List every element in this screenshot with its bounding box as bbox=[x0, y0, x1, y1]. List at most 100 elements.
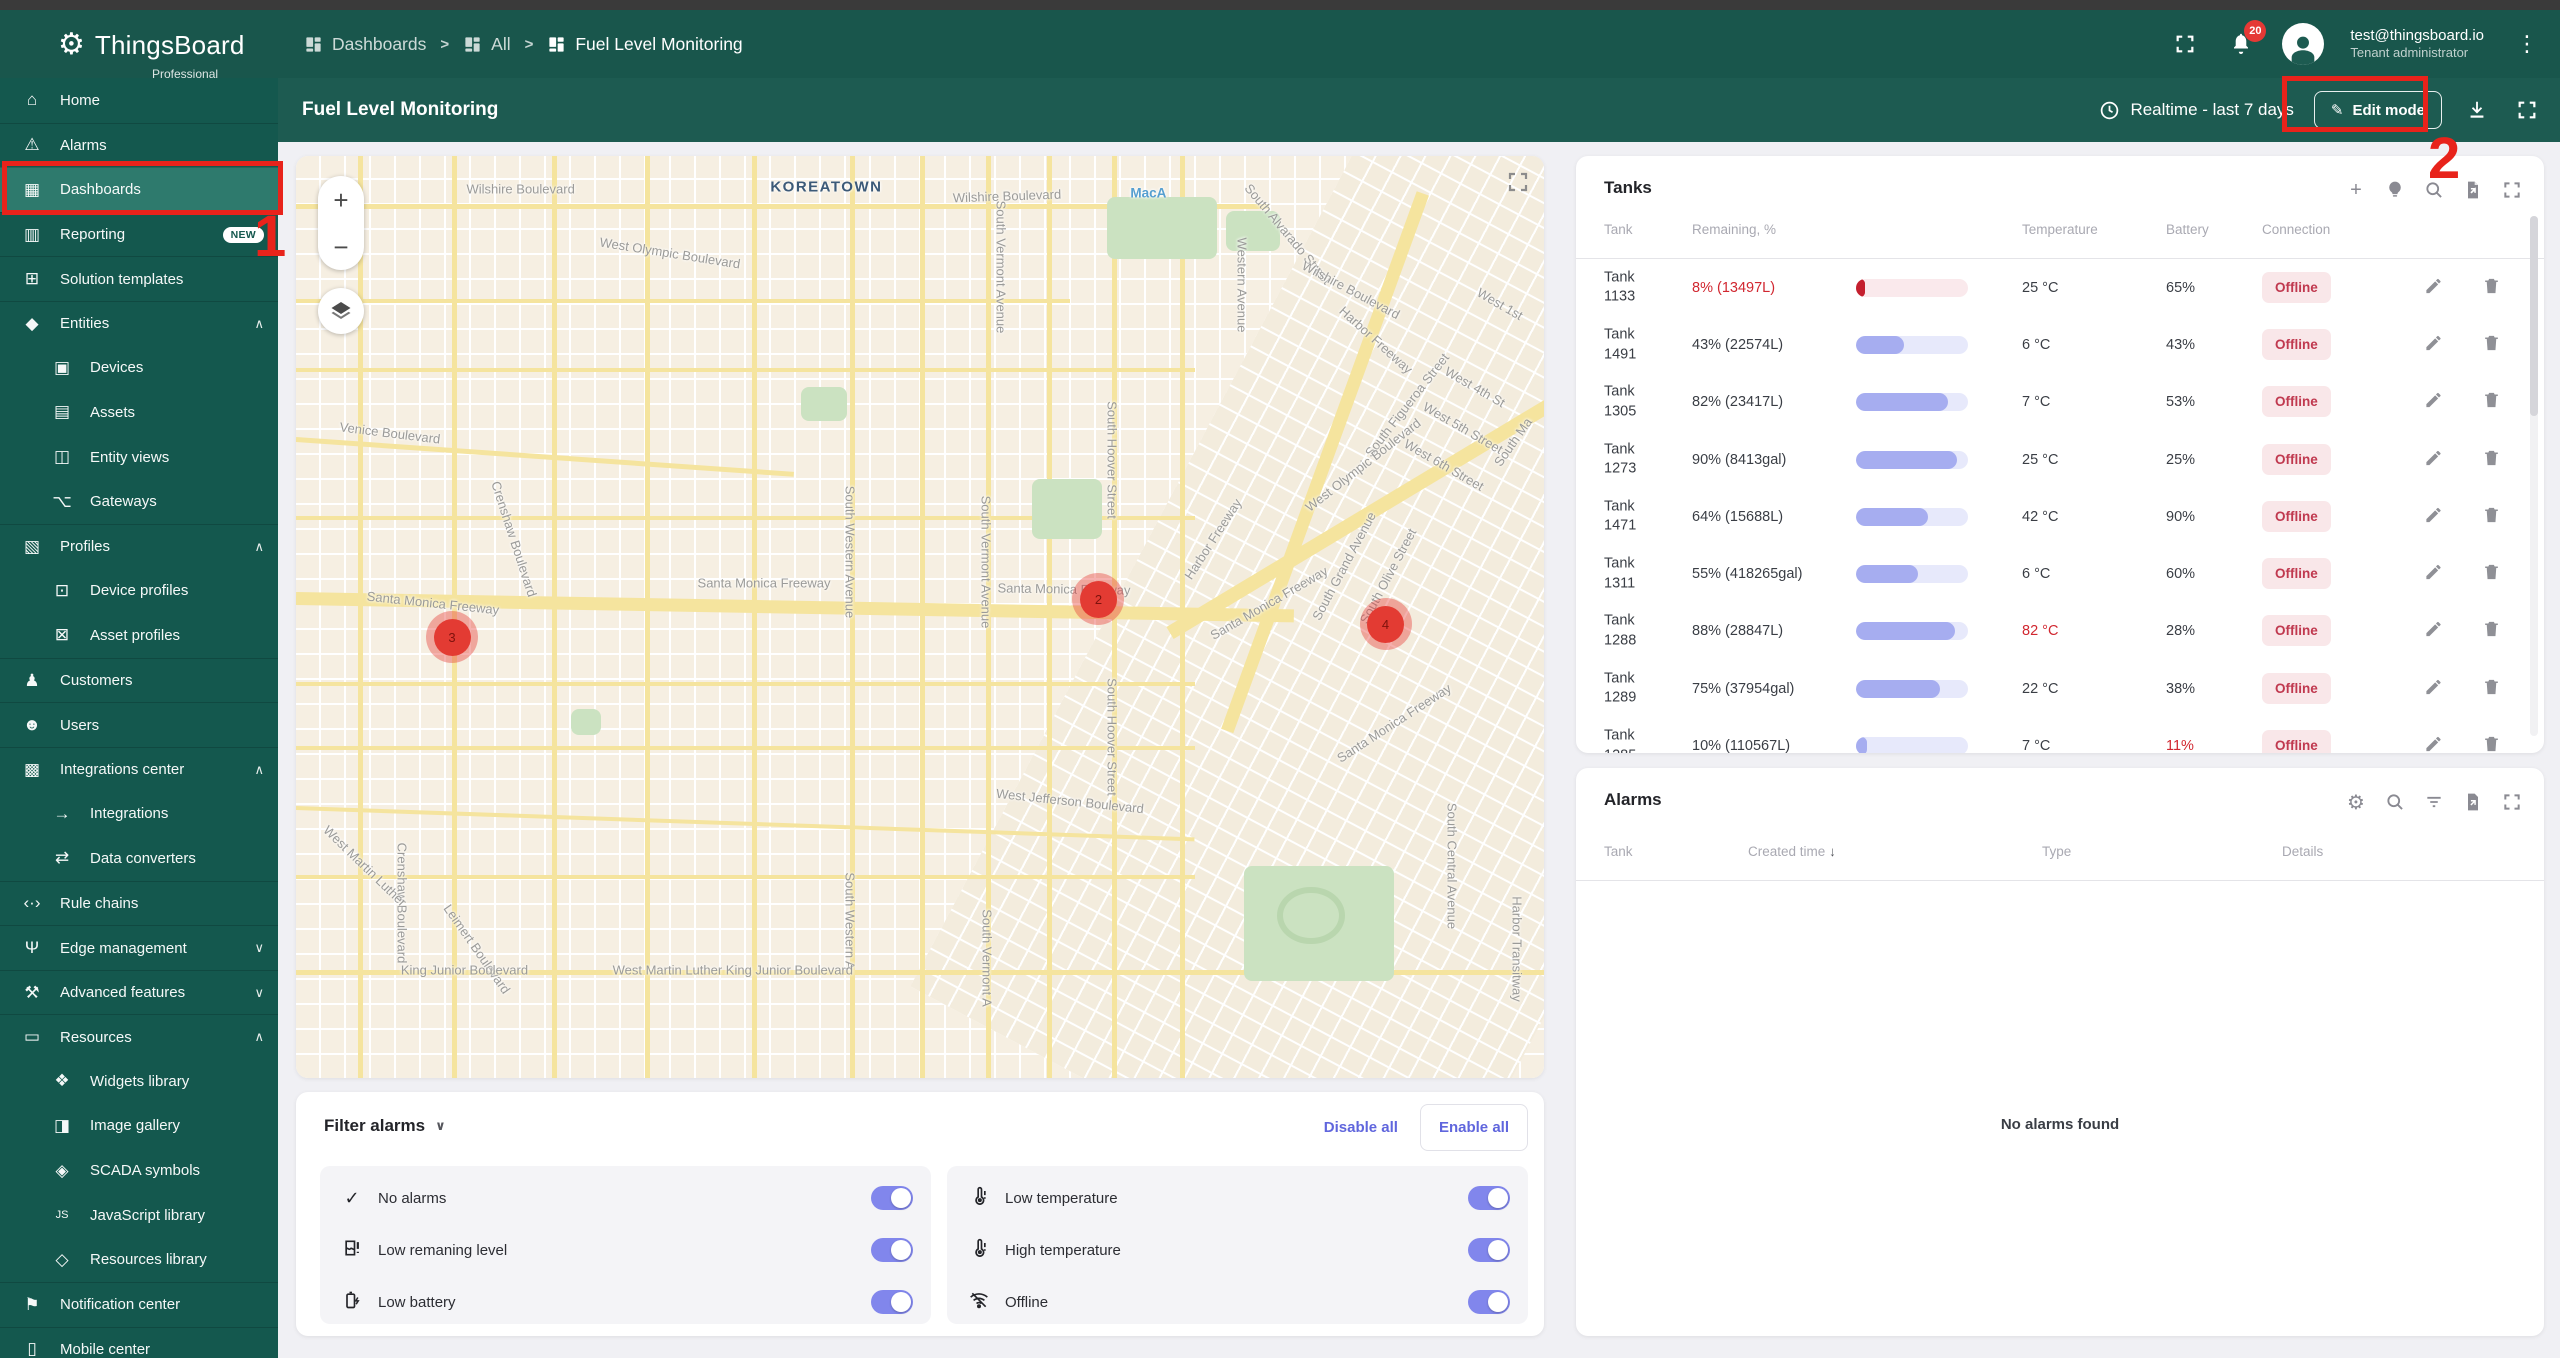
fullscreen-button[interactable] bbox=[2170, 29, 2200, 59]
toggle-no-alarms[interactable] bbox=[871, 1186, 913, 1210]
breadcrumb-item-fuel-level-monitoring[interactable]: Fuel Level Monitoring bbox=[547, 34, 743, 55]
map-zoom-out-button[interactable]: − bbox=[333, 234, 348, 260]
delete-row-icon[interactable] bbox=[2482, 391, 2501, 414]
tanks-col-remaining[interactable]: Remaining, % bbox=[1692, 222, 1776, 237]
sidebar-item-integrations[interactable]: → Integrations bbox=[0, 792, 278, 837]
sidebar-item-scada-symbols[interactable]: ◈ SCADA symbols bbox=[0, 1148, 278, 1193]
delete-row-icon[interactable] bbox=[2482, 448, 2501, 471]
edit-row-icon[interactable] bbox=[2424, 391, 2443, 414]
map-cluster-marker[interactable]: 4 bbox=[1359, 598, 1412, 651]
alarms-export-file-icon[interactable] bbox=[2461, 790, 2485, 814]
tank-row-1305[interactable]: Tank 1305 82% (23417L) 7 °C 53% Offline bbox=[1576, 374, 2544, 431]
edit-mode-button[interactable]: ✎ Edit mode bbox=[2313, 91, 2442, 129]
search-icon[interactable] bbox=[2422, 178, 2446, 202]
tanks-col-connection[interactable]: Connection bbox=[2262, 222, 2330, 237]
sidebar-item-dashboards[interactable]: ▦ Dashboards bbox=[0, 167, 278, 212]
delete-row-icon[interactable] bbox=[2482, 735, 2501, 753]
sidebar-item-customers[interactable]: ♟ Customers bbox=[0, 657, 278, 703]
bulb-icon[interactable] bbox=[2383, 178, 2407, 202]
sidebar-item-asset-profiles[interactable]: ⊠ Asset profiles bbox=[0, 613, 278, 658]
breadcrumb-item-dashboards[interactable]: Dashboards bbox=[304, 34, 426, 55]
alarms-col-type[interactable]: Type bbox=[2042, 844, 2071, 859]
sidebar-item-resources[interactable]: ▭ Resources ∧ bbox=[0, 1014, 278, 1059]
map-zoom-in-button[interactable]: + bbox=[333, 187, 348, 213]
tanks-col-battery[interactable]: Battery bbox=[2166, 222, 2209, 237]
sidebar-item-solution-templates[interactable]: ⊞ Solution templates bbox=[0, 256, 278, 301]
thingsboard-logo[interactable]: ⚙ ThingsBoard Professional bbox=[0, 27, 278, 81]
edit-row-icon[interactable] bbox=[2424, 735, 2443, 753]
sidebar-item-resources-library[interactable]: ◇ Resources library bbox=[0, 1237, 278, 1282]
edit-row-icon[interactable] bbox=[2424, 677, 2443, 700]
delete-row-icon[interactable] bbox=[2482, 333, 2501, 356]
tanks-scrollbar[interactable] bbox=[2530, 216, 2538, 736]
sidebar-item-gateways[interactable]: ⌥ Gateways bbox=[0, 479, 278, 524]
time-window-button[interactable]: Realtime - last 7 days bbox=[2099, 100, 2294, 121]
sidebar-item-home[interactable]: ⌂ Home bbox=[0, 78, 278, 123]
map-canvas[interactable]: Wilshire Boulevard Wilshire Boulevard KORE… bbox=[296, 156, 1544, 1078]
edit-row-icon[interactable] bbox=[2424, 563, 2443, 586]
alarms-col-tank[interactable]: Tank bbox=[1604, 844, 1633, 859]
tank-row-1289[interactable]: Tank 1289 75% (37954gal) 22 °C 38% Offline bbox=[1576, 660, 2544, 717]
add-entity-button[interactable]: + bbox=[2344, 178, 2368, 202]
sidebar-item-widgets-library[interactable]: ❖ Widgets library bbox=[0, 1059, 278, 1104]
delete-row-icon[interactable] bbox=[2482, 620, 2501, 643]
delete-row-icon[interactable] bbox=[2482, 563, 2501, 586]
alarms-search-icon[interactable] bbox=[2383, 790, 2407, 814]
sidebar-item-javascript-library[interactable]: JS JavaScript library bbox=[0, 1193, 278, 1238]
sidebar-item-data-converters[interactable]: ⇄ Data converters bbox=[0, 836, 278, 881]
gear-icon[interactable]: ⚙ bbox=[2344, 790, 2368, 814]
sidebar-item-devices[interactable]: ▣ Devices bbox=[0, 346, 278, 391]
user-info[interactable]: test@thingsboard.io Tenant administrator bbox=[2350, 27, 2484, 62]
tank-row-1491[interactable]: Tank 1491 43% (22574L) 6 °C 43% Offline bbox=[1576, 316, 2544, 373]
toggle-low-battery[interactable] bbox=[871, 1290, 913, 1314]
notifications-bell-button[interactable]: 20 bbox=[2226, 20, 2267, 59]
map-layers-button[interactable] bbox=[318, 288, 364, 334]
filter-icon[interactable] bbox=[2422, 790, 2446, 814]
toggle-high-temperature[interactable] bbox=[1468, 1238, 1510, 1262]
tank-row-1471[interactable]: Tank 1471 64% (15688L) 42 °C 90% Offline bbox=[1576, 488, 2544, 545]
download-dashboard-button[interactable] bbox=[2462, 95, 2492, 125]
delete-row-icon[interactable] bbox=[2482, 276, 2501, 299]
alarms-col-details[interactable]: Details bbox=[2282, 844, 2323, 859]
tank-row-1273[interactable]: Tank 1273 90% (8413gal) 25 °C 25% Offline bbox=[1576, 431, 2544, 488]
more-menu-icon[interactable]: ⋮ bbox=[2510, 31, 2544, 57]
edit-row-icon[interactable] bbox=[2424, 276, 2443, 299]
avatar[interactable] bbox=[2282, 23, 2325, 65]
filter-alarms-header[interactable]: Filter alarms ∨ bbox=[324, 1116, 446, 1136]
toggle-offline[interactable] bbox=[1468, 1290, 1510, 1314]
sidebar-item-edge-management[interactable]: Ψ Edge management ∨ bbox=[0, 925, 278, 970]
toggle-low-remaning-level[interactable] bbox=[871, 1238, 913, 1262]
map-cluster-marker[interactable]: 3 bbox=[426, 611, 478, 664]
tank-row-1133[interactable]: Tank 1133 8% (13497L) 25 °C 65% Offline bbox=[1576, 259, 2544, 316]
sidebar-item-entities[interactable]: ◆ Entities ∧ bbox=[0, 300, 278, 346]
breadcrumb-item-all[interactable]: All bbox=[463, 34, 511, 55]
sidebar-item-notification-center[interactable]: ⚑ Notification center bbox=[0, 1282, 278, 1327]
tanks-col-temperature[interactable]: Temperature bbox=[2022, 222, 2098, 237]
sidebar-item-reporting[interactable]: ▥ Reporting NEW bbox=[0, 211, 278, 257]
sidebar-item-alarms[interactable]: ⚠ Alarms bbox=[0, 122, 278, 168]
sidebar-item-image-gallery[interactable]: ◨ Image gallery bbox=[0, 1104, 278, 1149]
toggle-low-temperature[interactable] bbox=[1468, 1186, 1510, 1210]
sidebar-item-device-profiles[interactable]: ⊡ Device profiles bbox=[0, 569, 278, 614]
dashboard-fullscreen-button[interactable] bbox=[2512, 95, 2542, 125]
edit-row-icon[interactable] bbox=[2424, 505, 2443, 528]
sidebar-item-advanced-features[interactable]: ⚒ Advanced features ∨ bbox=[0, 969, 278, 1015]
sidebar-item-profiles[interactable]: ▧ Profiles ∧ bbox=[0, 523, 278, 569]
enable-all-button[interactable]: Enable all bbox=[1419, 1104, 1528, 1151]
disable-all-button[interactable]: Disable all bbox=[1310, 1109, 1412, 1146]
tank-row-1288[interactable]: Tank 1288 88% (28847L) 82 °C 28% Offline bbox=[1576, 603, 2544, 660]
tank-row-1311[interactable]: Tank 1311 55% (418265gal) 6 °C 60% Offline bbox=[1576, 546, 2544, 603]
delete-row-icon[interactable] bbox=[2482, 677, 2501, 700]
edit-row-icon[interactable] bbox=[2424, 620, 2443, 643]
sidebar-item-rule-chains[interactable]: ‹·› Rule chains bbox=[0, 880, 278, 926]
export-file-icon[interactable] bbox=[2461, 178, 2485, 202]
delete-row-icon[interactable] bbox=[2482, 505, 2501, 528]
sidebar-item-mobile-center[interactable]: ▯ Mobile center bbox=[0, 1326, 278, 1358]
sidebar-item-integrations-center[interactable]: ▩ Integrations center ∧ bbox=[0, 746, 278, 792]
alarms-fullscreen-icon[interactable] bbox=[2500, 790, 2524, 814]
sidebar-item-users[interactable]: ☻ Users bbox=[0, 702, 278, 747]
tank-row-1285[interactable]: Tank1285 10% (110567L) 7 °C 11% Offline bbox=[1576, 717, 2544, 753]
edit-row-icon[interactable] bbox=[2424, 448, 2443, 471]
map-fullscreen-icon[interactable] bbox=[1506, 170, 1530, 199]
sidebar-item-entity-views[interactable]: ◫ Entity views bbox=[0, 435, 278, 480]
